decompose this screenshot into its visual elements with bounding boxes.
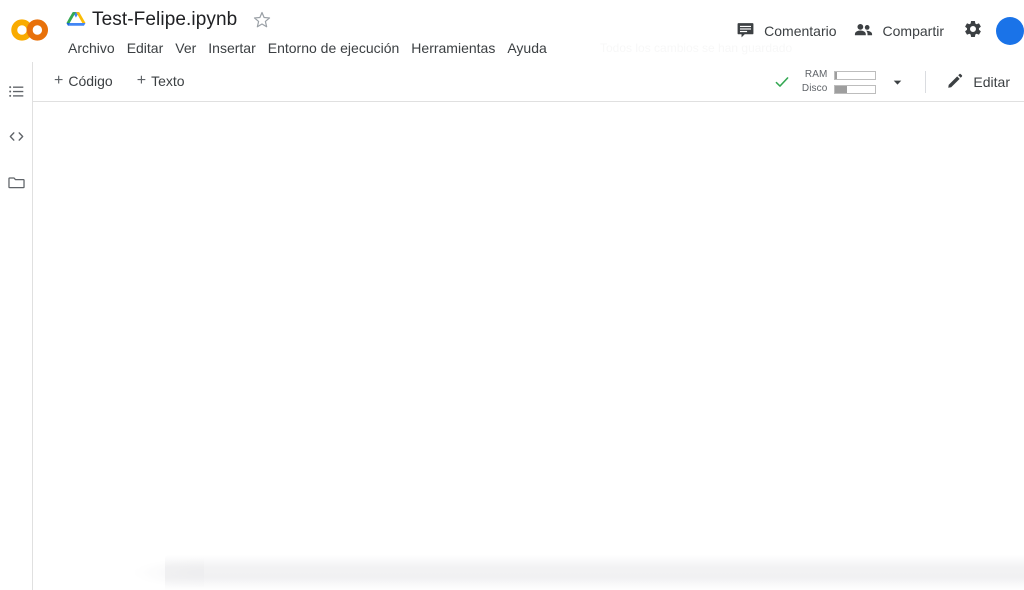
disk-meter-row: Disco <box>798 83 877 95</box>
green-check-icon <box>773 73 791 91</box>
toolbar-right-group: RAM Disco Editar <box>771 66 1018 98</box>
disk-meter-fill <box>835 85 848 93</box>
add-text-label: Texto <box>151 73 185 89</box>
ram-meter-fill <box>835 71 837 79</box>
edit-button[interactable]: Editar <box>938 68 1018 97</box>
comment-button[interactable]: Comentario <box>728 15 844 47</box>
notebook-canvas[interactable] <box>34 103 1024 590</box>
table-of-contents-icon <box>7 82 26 106</box>
menu-ver[interactable]: Ver <box>169 38 202 58</box>
menu-editar[interactable]: Editar <box>121 38 170 58</box>
pencil-icon <box>946 72 964 93</box>
edit-label: Editar <box>973 74 1010 90</box>
chevron-down-icon <box>893 80 902 85</box>
colab-window: Test-Felipe.ipynb Todos los cambios se h… <box>0 0 1024 590</box>
menu-bar: Archivo Editar Ver Insertar Entorno de e… <box>62 38 553 58</box>
sidebar-item-files[interactable] <box>0 169 32 201</box>
resource-meters: RAM Disco <box>798 69 877 95</box>
disk-meter-track <box>834 84 877 94</box>
document-title-row: Test-Felipe.ipynb <box>66 6 271 34</box>
add-cell-buttons: + Código + Texto <box>46 70 193 92</box>
settings-button[interactable] <box>958 16 988 46</box>
filename-label[interactable]: Test-Felipe.ipynb <box>92 9 237 31</box>
sidebar-item-snippets[interactable] <box>0 123 32 155</box>
comment-icon <box>736 20 755 42</box>
menu-herramientas[interactable]: Herramientas <box>405 38 501 58</box>
code-brackets-icon <box>7 127 26 151</box>
menu-ayuda[interactable]: Ayuda <box>501 38 552 58</box>
folder-icon <box>7 173 26 197</box>
gear-icon <box>963 19 983 44</box>
ram-meter-row: RAM <box>798 69 877 81</box>
disk-label: Disco <box>801 83 828 94</box>
add-code-cell-button[interactable]: + Código <box>46 70 121 92</box>
left-sidebar <box>0 62 33 590</box>
header-actions: Comentario Compartir <box>728 16 1024 46</box>
user-avatar[interactable] <box>996 17 1024 45</box>
cell-placeholder <box>165 555 1024 590</box>
people-icon <box>853 19 874 43</box>
menu-archivo[interactable]: Archivo <box>62 38 121 58</box>
plus-icon: + <box>136 72 147 89</box>
runtime-dropdown-button[interactable] <box>885 70 909 94</box>
plus-icon: + <box>54 72 64 89</box>
ram-label: RAM <box>804 69 828 80</box>
google-drive-icon[interactable] <box>66 11 86 29</box>
app-header: Test-Felipe.ipynb Todos los cambios se h… <box>0 0 1024 62</box>
toolbar-divider <box>925 71 927 93</box>
share-label: Compartir <box>882 23 944 39</box>
add-text-cell-button[interactable]: + Texto <box>129 70 193 92</box>
star-outline-icon[interactable] <box>253 11 271 29</box>
notebook-toolbar: + Código + Texto RAM Disco Editar <box>33 62 1024 102</box>
menu-entorno-de-ejecucion[interactable]: Entorno de ejecución <box>262 38 406 58</box>
colab-logo[interactable] <box>10 16 50 44</box>
ram-meter-track <box>834 70 877 80</box>
menu-insertar[interactable]: Insertar <box>202 38 261 58</box>
add-code-label: Código <box>68 73 113 89</box>
share-button[interactable]: Compartir <box>845 14 952 48</box>
runtime-resources-button[interactable]: RAM Disco <box>771 67 913 97</box>
sidebar-item-toc[interactable] <box>0 78 32 110</box>
comment-label: Comentario <box>764 23 837 39</box>
